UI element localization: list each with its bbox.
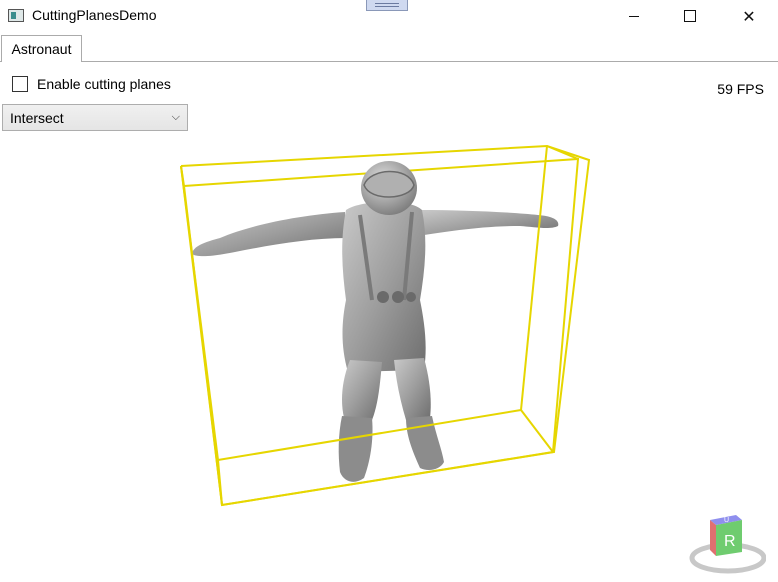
close-icon: ✕ — [742, 6, 756, 26]
right-arm — [418, 210, 559, 236]
drag-handle-icon[interactable] — [366, 0, 408, 11]
box-edge-left — [180, 165, 219, 461]
box-edge-top-right — [546, 145, 579, 160]
minimize-button[interactable] — [611, 0, 657, 32]
chest-dial-2 — [392, 291, 404, 303]
tab-astronaut[interactable]: Astronaut — [1, 35, 82, 62]
left-boot — [338, 416, 373, 482]
3d-viewport[interactable] — [0, 132, 778, 582]
viewcube-face-label: R — [724, 533, 736, 550]
app-icon — [8, 9, 24, 22]
title-bar[interactable]: CuttingPlanesDemo ✕ — [0, 0, 778, 32]
chest-dial-1 — [377, 291, 389, 303]
operation-dropdown[interactable]: Intersect ⌵ — [2, 104, 188, 131]
box-edge-bottom-right — [520, 409, 554, 453]
viewcube-top-label: U — [724, 517, 729, 524]
viewcube-left-face — [710, 520, 716, 556]
close-button[interactable]: ✕ — [726, 0, 772, 32]
operation-selected-value: Intersect — [10, 109, 64, 126]
chevron-down-icon: ⌵ — [171, 111, 180, 123]
maximize-button[interactable] — [667, 0, 713, 32]
cutting-planes-toggle[interactable]: Enable cutting planes — [12, 76, 171, 92]
cutting-planes-label: Enable cutting planes — [37, 76, 171, 92]
left-leg — [342, 360, 382, 420]
cutting-planes-checkbox[interactable] — [12, 76, 28, 92]
torso — [342, 201, 426, 372]
fps-counter: 59 FPS — [717, 81, 764, 97]
chest-dial-3 — [406, 292, 416, 302]
tab-strip-border — [0, 61, 778, 62]
view-cube[interactable]: U R — [688, 512, 766, 574]
box-edge-right — [520, 145, 548, 411]
minimize-icon — [629, 15, 639, 17]
right-leg — [394, 358, 431, 420]
maximize-icon — [684, 10, 696, 22]
left-arm — [192, 212, 346, 257]
window-title: CuttingPlanesDemo — [32, 7, 157, 23]
